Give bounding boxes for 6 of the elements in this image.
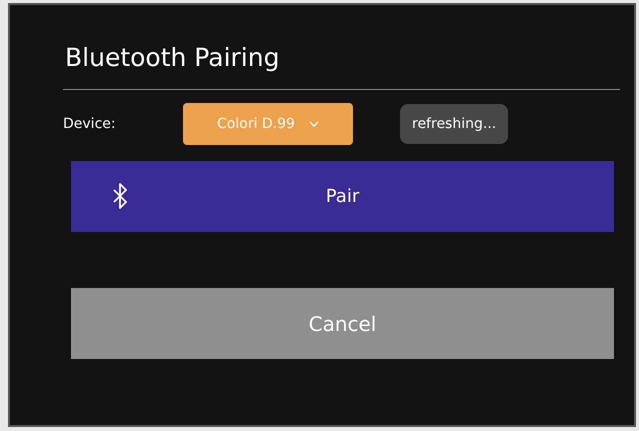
refresh-button[interactable]: refreshing... — [400, 104, 508, 144]
chevron-down-icon — [308, 121, 319, 127]
pair-button[interactable]: Pair — [71, 161, 614, 232]
bluetooth-icon — [113, 183, 127, 209]
window-title: Bluetooth Pairing — [65, 43, 280, 74]
device-label: Device: — [63, 116, 117, 132]
